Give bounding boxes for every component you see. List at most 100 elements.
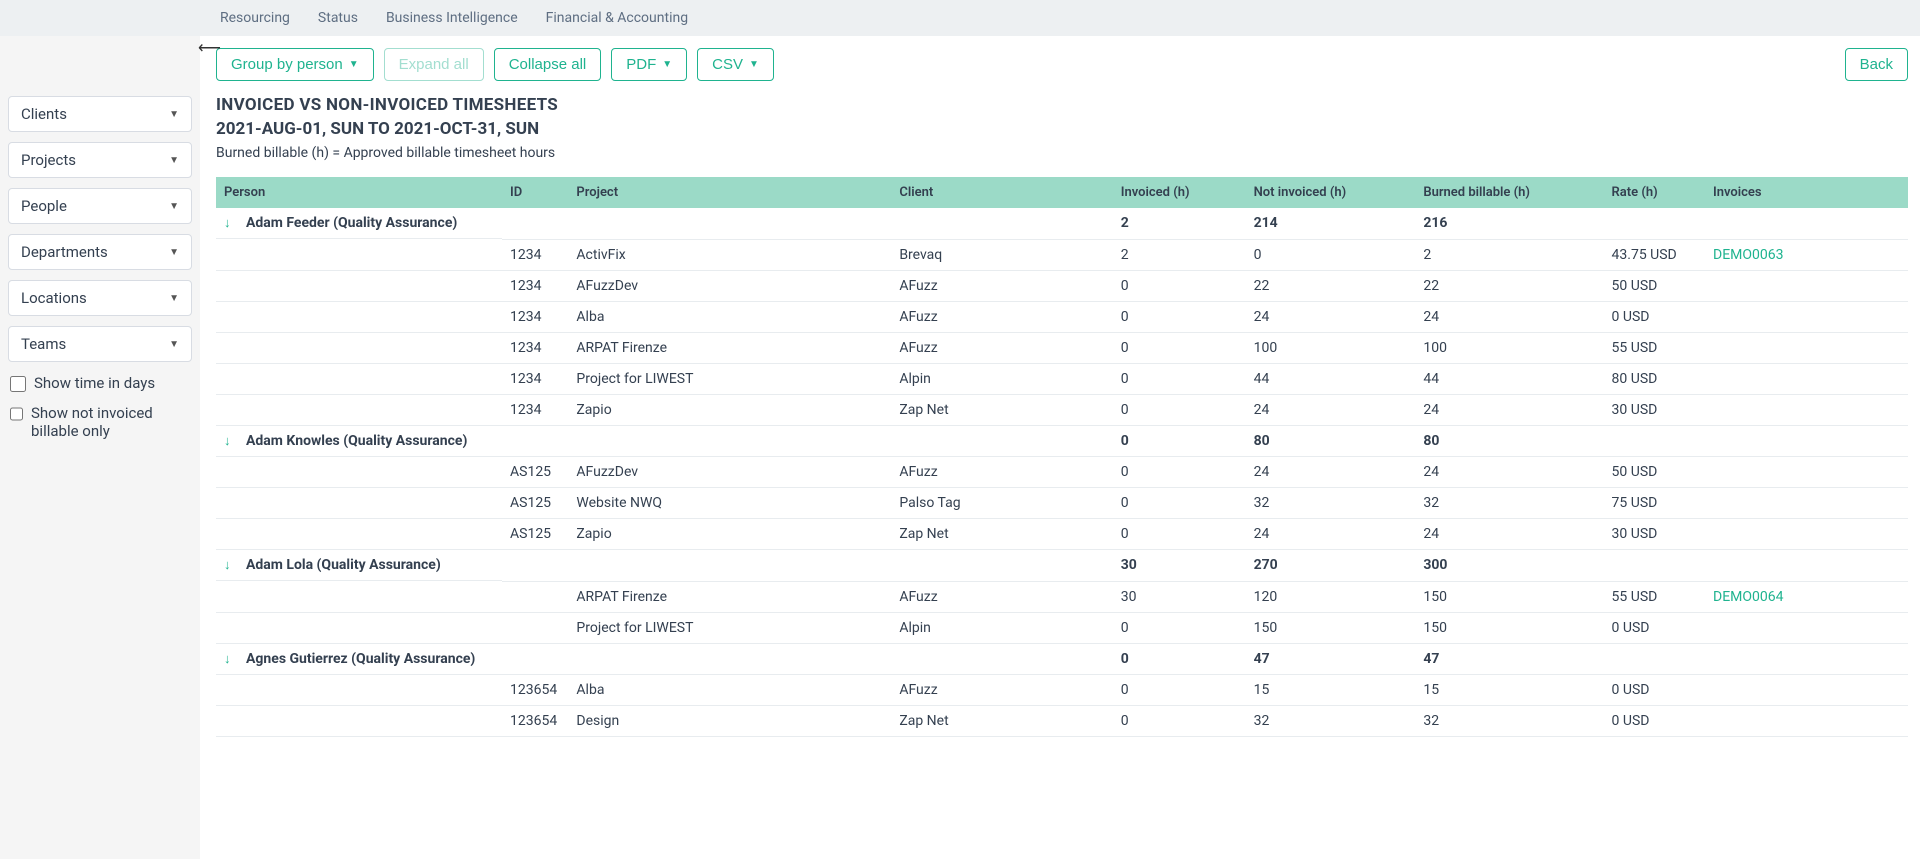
cell-id: 123654	[502, 706, 568, 737]
cell-invoices	[1705, 363, 1908, 394]
checkbox-not-invoiced-only[interactable]: Show not invoiced billable only	[10, 404, 190, 440]
group-invoiced: 2	[1113, 208, 1246, 239]
group-not-invoiced: 47	[1246, 643, 1416, 675]
col-person[interactable]: Person	[216, 177, 502, 208]
cell-burned: 44	[1415, 363, 1603, 394]
group-by-button[interactable]: Group by person▼	[216, 48, 374, 81]
col-id[interactable]: ID	[502, 177, 568, 208]
table-header-row: Person ID Project Client Invoiced (h) No…	[216, 177, 1908, 208]
caret-down-icon: ▼	[169, 109, 179, 120]
col-invoices[interactable]: Invoices	[1705, 177, 1908, 208]
caret-down-icon: ▼	[169, 247, 179, 258]
table-row: 1234Project for LIWESTAlpin0444480 USD	[216, 363, 1908, 394]
collapse-icon[interactable]: ↓	[224, 557, 238, 573]
filter-departments[interactable]: Departments▼	[8, 234, 192, 270]
group-not-invoiced: 214	[1246, 208, 1416, 239]
cell-client: Alpin	[891, 363, 1112, 394]
collapse-icon[interactable]: ↓	[224, 433, 238, 449]
nav-status[interactable]: Status	[318, 10, 358, 26]
cell-rate: 50 USD	[1604, 270, 1705, 301]
cell-rate: 30 USD	[1604, 519, 1705, 550]
col-invoiced[interactable]: Invoiced (h)	[1113, 177, 1246, 208]
col-not-invoiced[interactable]: Not invoiced (h)	[1246, 177, 1416, 208]
cell-rate: 0 USD	[1604, 675, 1705, 706]
collapse-icon[interactable]: ↓	[224, 215, 238, 231]
cell-invoices: DEMO0064	[1705, 581, 1908, 612]
cell-invoices	[1705, 301, 1908, 332]
filter-teams[interactable]: Teams▼	[8, 326, 192, 362]
csv-button[interactable]: CSV▼	[697, 48, 774, 81]
col-rate[interactable]: Rate (h)	[1604, 177, 1705, 208]
checkbox-time-in-days[interactable]: Show time in days	[10, 374, 190, 392]
table-row: 1234AlbaAFuzz024240 USD	[216, 301, 1908, 332]
cell-project: AFuzzDev	[568, 457, 891, 488]
cell-project: AFuzzDev	[568, 270, 891, 301]
cell-invoices	[1705, 706, 1908, 737]
filter-clients[interactable]: Clients▼	[8, 96, 192, 132]
cell-invoiced: 0	[1113, 488, 1246, 519]
cell-burned: 15	[1415, 675, 1603, 706]
cell-burned: 22	[1415, 270, 1603, 301]
cell-rate: 80 USD	[1604, 363, 1705, 394]
group-person: Adam Lola (Quality Assurance)	[246, 557, 441, 573]
cell-invoiced: 0	[1113, 394, 1246, 425]
page-subtitle: Burned billable (h) = Approved billable …	[216, 145, 1908, 161]
cell-not-invoiced: 24	[1246, 394, 1416, 425]
col-client[interactable]: Client	[891, 177, 1112, 208]
cell-client: AFuzz	[891, 457, 1112, 488]
cell-invoices	[1705, 519, 1908, 550]
cell-client: Zap Net	[891, 706, 1112, 737]
cell-id: 1234	[502, 270, 568, 301]
cell-id: 1234	[502, 363, 568, 394]
pdf-button[interactable]: PDF▼	[611, 48, 687, 81]
group-burned: 216	[1415, 208, 1603, 239]
group-burned: 47	[1415, 643, 1603, 675]
table-row: 123654DesignZap Net032320 USD	[216, 706, 1908, 737]
caret-down-icon: ▼	[169, 201, 179, 212]
filter-locations[interactable]: Locations▼	[8, 280, 192, 316]
cell-id: AS125	[502, 519, 568, 550]
group-row[interactable]: ↓Agnes Gutierrez (Quality Assurance)0474…	[216, 643, 1908, 675]
cell-project: Alba	[568, 675, 891, 706]
filter-people[interactable]: People▼	[8, 188, 192, 224]
group-not-invoiced: 80	[1246, 425, 1416, 457]
cell-burned: 32	[1415, 706, 1603, 737]
group-person: Adam Knowles (Quality Assurance)	[246, 433, 467, 449]
cell-invoices	[1705, 270, 1908, 301]
cell-invoiced: 0	[1113, 457, 1246, 488]
cell-invoiced: 0	[1113, 270, 1246, 301]
nav-resourcing[interactable]: Resourcing	[220, 10, 290, 26]
col-burned[interactable]: Burned billable (h)	[1415, 177, 1603, 208]
expand-all-button[interactable]: Expand all	[384, 48, 484, 81]
group-person: Agnes Gutierrez (Quality Assurance)	[246, 651, 475, 667]
cell-invoiced: 0	[1113, 706, 1246, 737]
nav-bi[interactable]: Business Intelligence	[386, 10, 518, 26]
group-row[interactable]: ↓Adam Knowles (Quality Assurance)08080	[216, 425, 1908, 457]
cell-project: Zapio	[568, 519, 891, 550]
cell-rate: 43.75 USD	[1604, 239, 1705, 270]
filter-projects[interactable]: Projects▼	[8, 142, 192, 178]
cell-rate: 0 USD	[1604, 612, 1705, 643]
sidebar-collapse-icon[interactable]: ⟵	[198, 38, 221, 57]
cell-rate: 75 USD	[1604, 488, 1705, 519]
col-project[interactable]: Project	[568, 177, 891, 208]
nav-financial[interactable]: Financial & Accounting	[546, 10, 688, 26]
cell-project: ActivFix	[568, 239, 891, 270]
caret-down-icon: ▼	[169, 293, 179, 304]
group-row[interactable]: ↓Adam Feeder (Quality Assurance)2214216	[216, 208, 1908, 239]
back-button[interactable]: Back	[1845, 48, 1908, 81]
cell-invoices	[1705, 488, 1908, 519]
cell-invoices	[1705, 394, 1908, 425]
group-row[interactable]: ↓Adam Lola (Quality Assurance)30270300	[216, 550, 1908, 582]
cell-not-invoiced: 15	[1246, 675, 1416, 706]
cell-not-invoiced: 120	[1246, 581, 1416, 612]
collapse-all-button[interactable]: Collapse all	[494, 48, 602, 81]
collapse-icon[interactable]: ↓	[224, 651, 238, 667]
invoice-link[interactable]: DEMO0064	[1713, 589, 1783, 605]
cell-client: AFuzz	[891, 675, 1112, 706]
cell-project: ARPAT Firenze	[568, 332, 891, 363]
invoice-link[interactable]: DEMO0063	[1713, 247, 1783, 263]
cell-invoices	[1705, 332, 1908, 363]
cell-rate: 0 USD	[1604, 706, 1705, 737]
cell-client: Palso Tag	[891, 488, 1112, 519]
